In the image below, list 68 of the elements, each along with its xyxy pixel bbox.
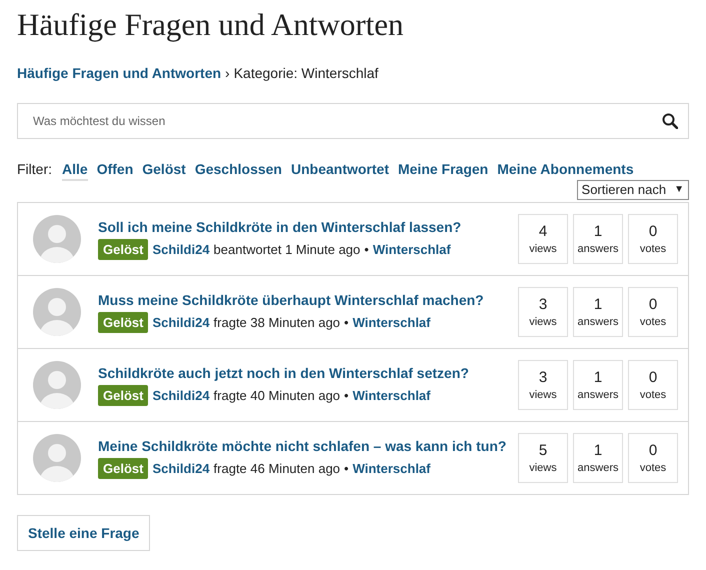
stat-value: 1 [594, 369, 602, 386]
question-activity: beantwortet 1 Minute ago [214, 242, 360, 256]
stat-value: 0 [648, 223, 658, 240]
sort-dropdown[interactable]: Sortieren nach ▼ [576, 180, 689, 200]
ask-question-button[interactable]: Stelle eine Frage [17, 515, 150, 551]
filter-link[interactable]: Geschlossen [194, 161, 282, 181]
stat-value: 1 [594, 296, 602, 313]
filter-link[interactable]: Meine Fragen [398, 161, 488, 181]
meta-separator: • [344, 388, 349, 402]
category-link[interactable]: Winterschlaf [352, 314, 430, 330]
status-badge: Gelöst [98, 238, 148, 260]
question-activity: fragte 46 Minuten ago [214, 460, 340, 476]
meta-separator: • [344, 460, 349, 476]
meta-separator: • [344, 314, 349, 330]
avatar-icon [33, 215, 81, 263]
filter-link[interactable]: Offen [96, 161, 134, 181]
breadcrumb-link[interactable]: Häufige Fragen und Antworten [17, 65, 222, 81]
stat-value: 3 [538, 296, 548, 313]
author-link[interactable]: Schildi24 [152, 388, 210, 402]
meta-separator: • [364, 242, 369, 256]
stat-value: 0 [648, 442, 658, 459]
stat-label: views [529, 462, 557, 474]
stat-label: votes [640, 462, 666, 474]
stat-label: votes [640, 243, 666, 255]
stat-value: 3 [538, 369, 548, 386]
author-link[interactable]: Schildi24 [152, 242, 210, 256]
stat-value: 1 [594, 442, 602, 459]
author-link[interactable]: Schildi24 [152, 460, 210, 476]
stat-label: views [529, 389, 557, 401]
question-activity: fragte 38 Minuten ago [214, 314, 340, 330]
question-title[interactable]: Soll ich meine Schildkröte in den Winterschlaf lassen? [98, 218, 518, 234]
avatar-icon [33, 361, 81, 409]
question-title[interactable]: Schildkröte auch jetzt noch in den Winterschlaf setzen? [98, 364, 518, 380]
stat-value: 0 [648, 369, 658, 386]
status-badge: Gelöst [98, 312, 148, 332]
page-title: Häufige Fragen und Antworten [17, 6, 405, 44]
status-badge: Gelöst [98, 458, 148, 478]
search-icon[interactable] [662, 113, 678, 129]
stat-value: 4 [538, 223, 548, 240]
avatar-icon [33, 434, 81, 482]
avatar-icon [33, 288, 81, 336]
stat-label: answers [578, 243, 618, 255]
search-field[interactable]: Was möchtest du wissen [17, 103, 689, 139]
breadcrumb-current: Kategorie: Winterschlaf [234, 65, 378, 81]
category-link[interactable]: Winterschlaf [372, 242, 451, 256]
stat-label: views [529, 243, 557, 255]
category-link[interactable]: Winterschlaf [352, 460, 430, 476]
category-link[interactable]: Winterschlaf [352, 388, 430, 402]
status-badge: Gelöst [98, 384, 148, 406]
filter-link[interactable]: Gelöst [142, 161, 186, 181]
question-title[interactable]: Meine Schildkröte möchte nicht schlafen – was kann ich tun? [98, 438, 518, 454]
stat-label: answers [578, 462, 618, 474]
filter-link[interactable]: Unbeantwortet [290, 161, 389, 181]
breadcrumb-separator: › [225, 65, 230, 81]
stat-label: answers [578, 389, 618, 401]
stat-value: 0 [648, 296, 658, 313]
stat-label: votes [640, 316, 666, 328]
filter-link[interactable]: Alle [62, 161, 88, 181]
stat-value: 1 [594, 223, 602, 240]
stat-label: votes [640, 389, 666, 401]
filter-label: Filter: [17, 161, 52, 177]
stat-value: 5 [538, 442, 548, 459]
question-activity: fragte 40 Minuten ago [214, 388, 340, 402]
author-link[interactable]: Schildi24 [152, 314, 210, 330]
stat-label: views [529, 316, 557, 328]
question-title[interactable]: Muss meine Schildkröte überhaupt Winterschlaf machen? [98, 292, 518, 308]
stat-label: answers [578, 316, 618, 328]
filter-link[interactable]: Meine Abonnements [497, 161, 634, 181]
